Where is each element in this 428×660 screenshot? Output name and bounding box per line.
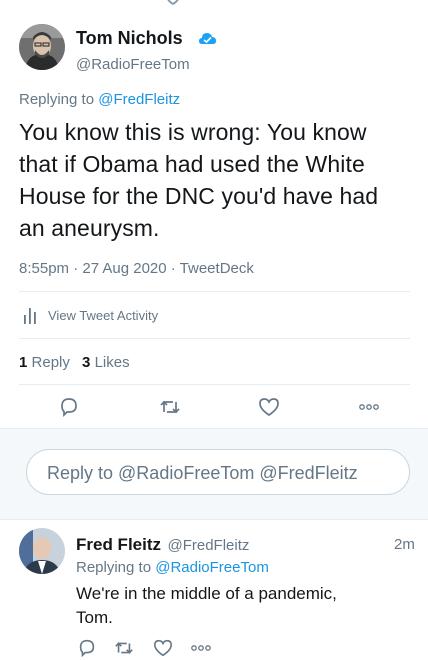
reply-input-placeholder: Reply to @RadioFreeTom @FredFleitz	[47, 463, 358, 483]
view-tweet-activity-link[interactable]: View Tweet Activity	[48, 308, 158, 323]
verified-badge-icon	[199, 32, 216, 46]
tweet-timestamp[interactable]: 8:55pm · 27 Aug 2020 · TweetDeck	[19, 260, 254, 277]
replying-prefix: Replying to	[76, 559, 152, 576]
like-icon[interactable]	[258, 396, 280, 418]
reply-author-name[interactable]: Fred Fleitz	[76, 535, 161, 554]
activity-icon[interactable]	[23, 306, 39, 324]
tweet-text-line: that if Obama had used the White	[19, 151, 365, 177]
reply-text: We're in the middle of a pandemic, Tom.	[76, 582, 416, 630]
author-handle[interactable]: @RadioFreeTom	[76, 56, 190, 73]
more-icon[interactable]	[190, 638, 212, 658]
retweet-icon[interactable]	[159, 396, 181, 418]
reply-avatar[interactable]	[19, 528, 65, 574]
reply-icon[interactable]	[58, 396, 80, 418]
reply-time[interactable]: 2m	[394, 536, 415, 553]
more-icon[interactable]	[358, 396, 380, 418]
reply-icon[interactable]	[77, 638, 97, 658]
reply-count-label[interactable]: Reply	[32, 354, 70, 371]
replying-to: Replying to @FredFleitz	[19, 91, 180, 108]
divider	[19, 384, 410, 385]
reply-header: Fred Fleitz @FredFleitz	[76, 535, 249, 555]
tweet-text-line: an aneurysm.	[19, 215, 160, 241]
reply-text-line: Tom.	[76, 608, 113, 627]
divider	[19, 291, 410, 292]
replying-prefix: Replying to	[19, 91, 95, 108]
previous-reply-icon[interactable]	[125, 0, 143, 6]
reply-count: 1	[19, 354, 28, 371]
avatar[interactable]	[19, 24, 65, 70]
replying-to-link[interactable]: @RadioFreeTom	[155, 559, 269, 576]
like-count-label[interactable]: Likes	[95, 354, 130, 371]
reply-input[interactable]: Reply to @RadioFreeTom @FredFleitz	[26, 449, 410, 495]
reply-author-handle[interactable]: @FredFleitz	[167, 537, 249, 554]
tweet-text-line: You know this is wrong: You know	[19, 119, 367, 145]
reply-replying-to: Replying to @RadioFreeTom	[76, 559, 269, 576]
divider	[19, 338, 410, 339]
previous-like-icon[interactable]	[164, 0, 182, 6]
reply-text-line: We're in the middle of a pandemic,	[76, 584, 337, 603]
like-icon[interactable]	[153, 638, 173, 658]
author-name[interactable]: Tom Nichols	[76, 28, 183, 49]
like-count: 3	[82, 354, 91, 371]
tweet-text-line: House for the DNC you'd have had	[19, 183, 379, 209]
reply-compose-section: Reply to @RadioFreeTom @FredFleitz	[0, 428, 428, 520]
tweet-stats: 1 Reply 3 Likes	[19, 354, 130, 371]
tweet-text: You know this is wrong: You know that if…	[19, 116, 419, 244]
replying-to-link[interactable]: @FredFleitz	[98, 91, 180, 108]
retweet-icon[interactable]	[114, 638, 134, 658]
